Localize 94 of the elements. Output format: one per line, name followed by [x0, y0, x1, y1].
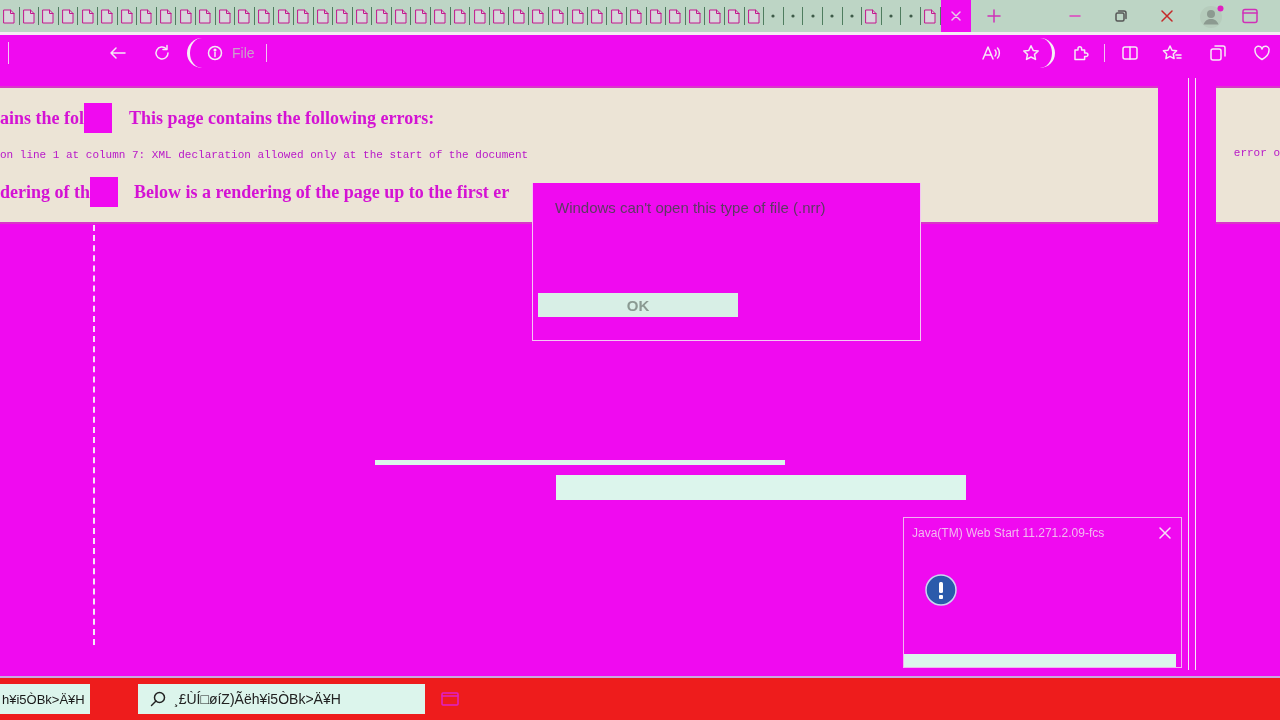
page-icon	[42, 8, 55, 24]
notification-title: Java(TM) Web Start 11.271.2.09-fcs	[912, 526, 1105, 540]
info-icon	[207, 44, 223, 61]
close-button[interactable]	[1159, 527, 1171, 539]
page-icon	[689, 8, 702, 24]
page-icon	[865, 8, 878, 24]
dot-icon	[791, 14, 796, 18]
search-icon	[150, 691, 166, 707]
error-fragment: error o	[1233, 146, 1280, 160]
restore-icon	[1115, 10, 1127, 22]
split-screen-icon	[1121, 43, 1139, 62]
heading-fragment: dering of th	[0, 181, 90, 203]
page-icon	[375, 8, 388, 24]
page-icon	[571, 8, 584, 24]
browser-tab[interactable]	[333, 7, 353, 25]
page-icon	[414, 8, 427, 24]
browser-tab[interactable]	[862, 7, 882, 25]
dialog-message: Windows can't open this type of file (.nrr)	[555, 199, 827, 217]
collections-icon	[1209, 43, 1227, 62]
page-icon	[179, 8, 192, 24]
page-icon	[453, 8, 466, 24]
page-icon	[218, 8, 231, 24]
browser-tab[interactable]	[235, 7, 255, 25]
page-icon	[630, 8, 643, 24]
page-icon	[160, 8, 173, 24]
plus-icon	[986, 9, 1001, 23]
avatar-icon	[1200, 4, 1224, 28]
page-icon	[610, 8, 623, 24]
page-icon	[3, 8, 16, 24]
page-icon	[532, 8, 545, 24]
page-icon	[336, 8, 349, 24]
close-icon	[950, 11, 961, 21]
browser-tab[interactable]	[940, 0, 971, 32]
page-icon	[101, 8, 114, 24]
page-icon	[434, 8, 447, 24]
address-bar[interactable]: File	[187, 37, 1055, 68]
search-field[interactable]: ¸£ÙÍ□øíZ)Ãëh¥i5ÒBk>Ä¥H	[138, 684, 425, 714]
favorites-icon	[1162, 43, 1182, 62]
heading-fragment: ains the fol	[0, 107, 84, 129]
read-aloud-icon	[981, 43, 1001, 62]
page-icon	[728, 8, 741, 24]
info-badge-icon	[925, 574, 957, 606]
browser-tab[interactable]	[666, 7, 686, 25]
browser-tab[interactable]	[137, 7, 157, 25]
minimize-icon	[1069, 15, 1081, 17]
page-icon	[120, 8, 133, 24]
page-icon	[277, 8, 290, 24]
star-icon	[1022, 43, 1040, 62]
taskbar-window-button[interactable]: h¥i5ÒBk>Ä¥H	[0, 684, 90, 714]
error-caption: Below is a rendering of the page up to the first er	[134, 181, 510, 203]
dot-icon	[889, 14, 893, 18]
page-icon	[395, 8, 408, 24]
page-icon	[493, 8, 506, 24]
page-icon	[669, 8, 682, 24]
puzzle-icon	[1072, 43, 1090, 62]
dot-icon	[830, 14, 835, 18]
overlay-block	[84, 103, 112, 133]
error-message: on line 1 at column 7: XML declaration allowed only at the start of the document	[0, 148, 530, 162]
page-icon	[473, 8, 486, 24]
browser-tab[interactable]	[627, 7, 647, 25]
page-icon	[356, 8, 368, 24]
sidebar-icon	[1242, 8, 1258, 24]
page-icon	[238, 8, 251, 24]
page-icon	[747, 8, 760, 24]
browser-tab[interactable]	[529, 7, 549, 25]
close-icon	[1159, 527, 1171, 539]
file-scheme-label: File	[232, 44, 255, 61]
browser-tab[interactable]	[39, 7, 59, 25]
page-icon	[22, 8, 35, 24]
page-icon	[512, 8, 525, 24]
page-icon	[649, 8, 662, 24]
dot-icon	[810, 14, 815, 18]
dot-icon	[849, 14, 854, 18]
browser-tab[interactable]	[0, 7, 20, 25]
page-icon	[62, 8, 75, 24]
page-icon	[140, 8, 153, 24]
page-icon	[258, 8, 270, 24]
close-icon	[1161, 10, 1173, 22]
overlay-block	[90, 177, 118, 207]
page-icon	[708, 8, 721, 24]
page-icon	[297, 8, 310, 24]
browser-tab[interactable]	[431, 7, 451, 25]
page-icon	[81, 8, 94, 24]
page-icon	[316, 8, 329, 24]
page-icon	[199, 8, 212, 24]
dot-icon	[771, 14, 776, 18]
page-icon	[591, 8, 604, 24]
page-icon	[551, 8, 564, 24]
dialog-button[interactable]: OK	[538, 293, 738, 317]
error-heading: This page contains the following errors:	[129, 107, 435, 129]
heart-icon	[1253, 43, 1271, 62]
dot-icon	[908, 14, 913, 18]
page-icon	[924, 8, 937, 24]
reload-icon	[153, 43, 171, 62]
